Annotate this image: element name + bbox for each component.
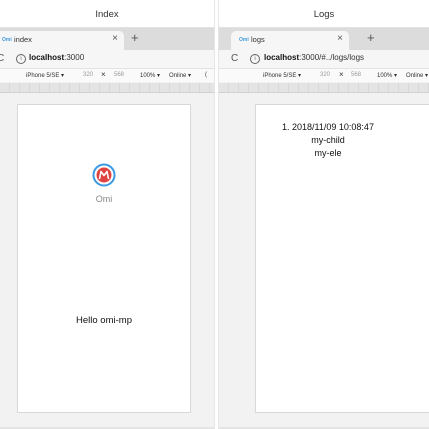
zoom-select[interactable]: 100% ▾ <box>140 72 160 79</box>
dimension-times: × <box>101 70 106 79</box>
dimension-times: × <box>339 70 344 79</box>
index-panel: Index Omi index × + C i localhost:3000 i… <box>0 0 214 429</box>
plus-icon[interactable]: + <box>367 30 375 45</box>
url-host: localhost <box>264 53 300 62</box>
browser-tab-logs[interactable]: Omi logs × <box>231 31 349 50</box>
info-icon[interactable]: i <box>16 54 26 64</box>
tab-strip: Omi logs × + <box>219 28 429 50</box>
ele-component-text: my-ele <box>314 148 342 158</box>
tab-label: logs <box>251 35 265 44</box>
omi-favicon-icon: Omi <box>239 37 249 43</box>
device-select[interactable]: iPhone 5/SE ▾ <box>263 72 301 79</box>
child-component-text: my-child <box>311 135 345 145</box>
url-field[interactable]: localhost:3000/#../logs/logs <box>264 53 364 62</box>
device-viewport: Omi Hello omi-mp <box>17 104 191 413</box>
omi-logo-icon <box>92 163 116 187</box>
media-query-ruler <box>219 83 429 93</box>
reload-icon[interactable]: C <box>231 53 238 64</box>
device-select[interactable]: iPhone 5/SE ▾ <box>26 72 64 79</box>
browser-tab-index[interactable]: Omi index × <box>0 31 124 50</box>
reload-icon[interactable]: C <box>0 53 4 64</box>
logo-label: Omi <box>95 194 113 204</box>
url-field[interactable]: localhost:3000 <box>29 53 84 62</box>
media-query-ruler <box>0 83 214 93</box>
device-toolbar: iPhone 5/SE ▾ 320 × 568 100% ▾ Online ▾ … <box>0 69 214 82</box>
hello-text: Hello omi-mp <box>76 315 132 326</box>
device-width[interactable]: 320 <box>320 72 330 78</box>
url-host: localhost <box>29 53 65 62</box>
close-icon[interactable]: × <box>337 33 343 44</box>
url-rest: :3000 <box>64 53 85 62</box>
address-bar: C i localhost:3000/#../logs/logs <box>219 50 429 69</box>
log-list: 1. 2018/11/09 10:08:47 my-child my-ele <box>256 121 400 160</box>
device-viewport: 1. 2018/11/09 10:08:47 my-child my-ele <box>255 104 429 413</box>
device-height[interactable]: 568 <box>351 72 361 78</box>
zoom-select[interactable]: 100% ▾ <box>377 72 397 79</box>
network-select[interactable]: Online ▾ <box>169 72 191 79</box>
close-icon[interactable]: × <box>112 33 118 44</box>
tab-label: index <box>14 35 32 44</box>
address-bar: C i localhost:3000 <box>0 50 214 69</box>
toolbar-overflow[interactable]: ( <box>205 72 207 78</box>
device-toolbar: iPhone 5/SE ▾ 320 × 568 100% ▾ Online ▾ <box>219 69 429 82</box>
log-item: 1. 2018/11/09 10:08:47 <box>282 122 374 132</box>
network-select[interactable]: Online ▾ <box>406 72 428 79</box>
plus-icon[interactable]: + <box>131 30 139 45</box>
panel-title-index: Index <box>0 0 214 28</box>
logs-panel: Logs Omi logs × + C i localhost:3000/#..… <box>219 0 429 429</box>
tab-strip: Omi index × + <box>0 28 214 50</box>
url-rest: :3000/#../logs/logs <box>299 53 365 62</box>
panel-title-logs: Logs <box>219 0 429 28</box>
omi-favicon-icon: Omi <box>2 37 12 43</box>
device-height[interactable]: 568 <box>114 72 124 78</box>
device-width[interactable]: 320 <box>83 72 93 78</box>
info-icon[interactable]: i <box>250 54 260 64</box>
